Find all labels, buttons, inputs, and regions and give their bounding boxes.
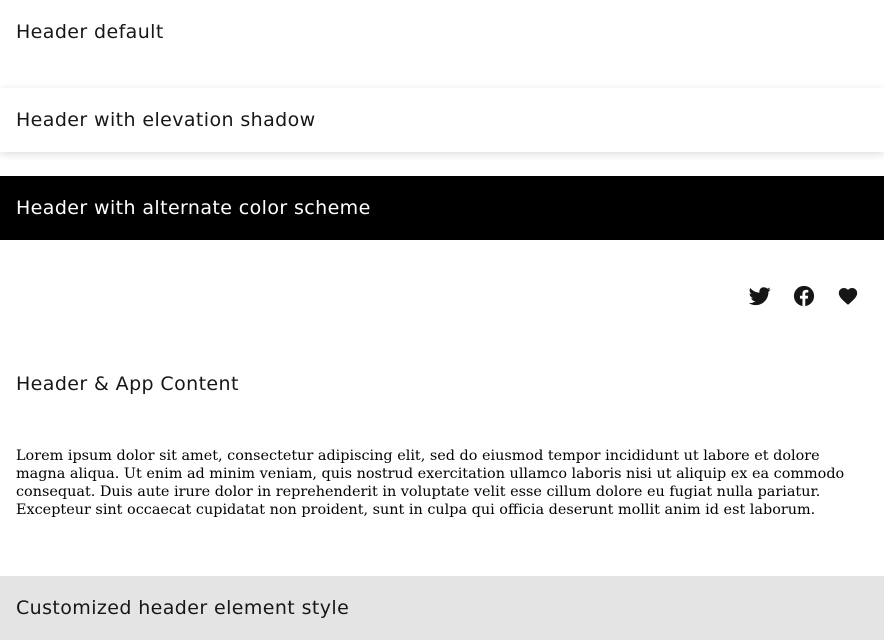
header-title: Header default (16, 21, 164, 43)
header-default: Header default (0, 0, 884, 64)
heart-icon (838, 288, 858, 305)
header-elevated: Header with elevation shadow (0, 88, 884, 152)
twitter-button[interactable] (738, 274, 782, 318)
like-button[interactable] (826, 274, 870, 318)
header-title: Header with alternate color scheme (16, 197, 371, 219)
header-title: Customized header element style (16, 597, 350, 619)
twitter-icon (749, 287, 771, 306)
header-alternate: Header with alternate color scheme (0, 176, 884, 240)
facebook-icon (793, 285, 815, 307)
facebook-button[interactable] (782, 274, 826, 318)
header-title: Header with elevation shadow (16, 109, 316, 131)
header-custom: Customized header element style (0, 576, 884, 640)
app-content-text: Lorem ipsum dolor sit amet, consectetur … (16, 448, 845, 518)
header-title: Header & App Content (16, 373, 239, 395)
header-app: Header & App Content (0, 352, 884, 416)
header-actions (0, 264, 884, 328)
